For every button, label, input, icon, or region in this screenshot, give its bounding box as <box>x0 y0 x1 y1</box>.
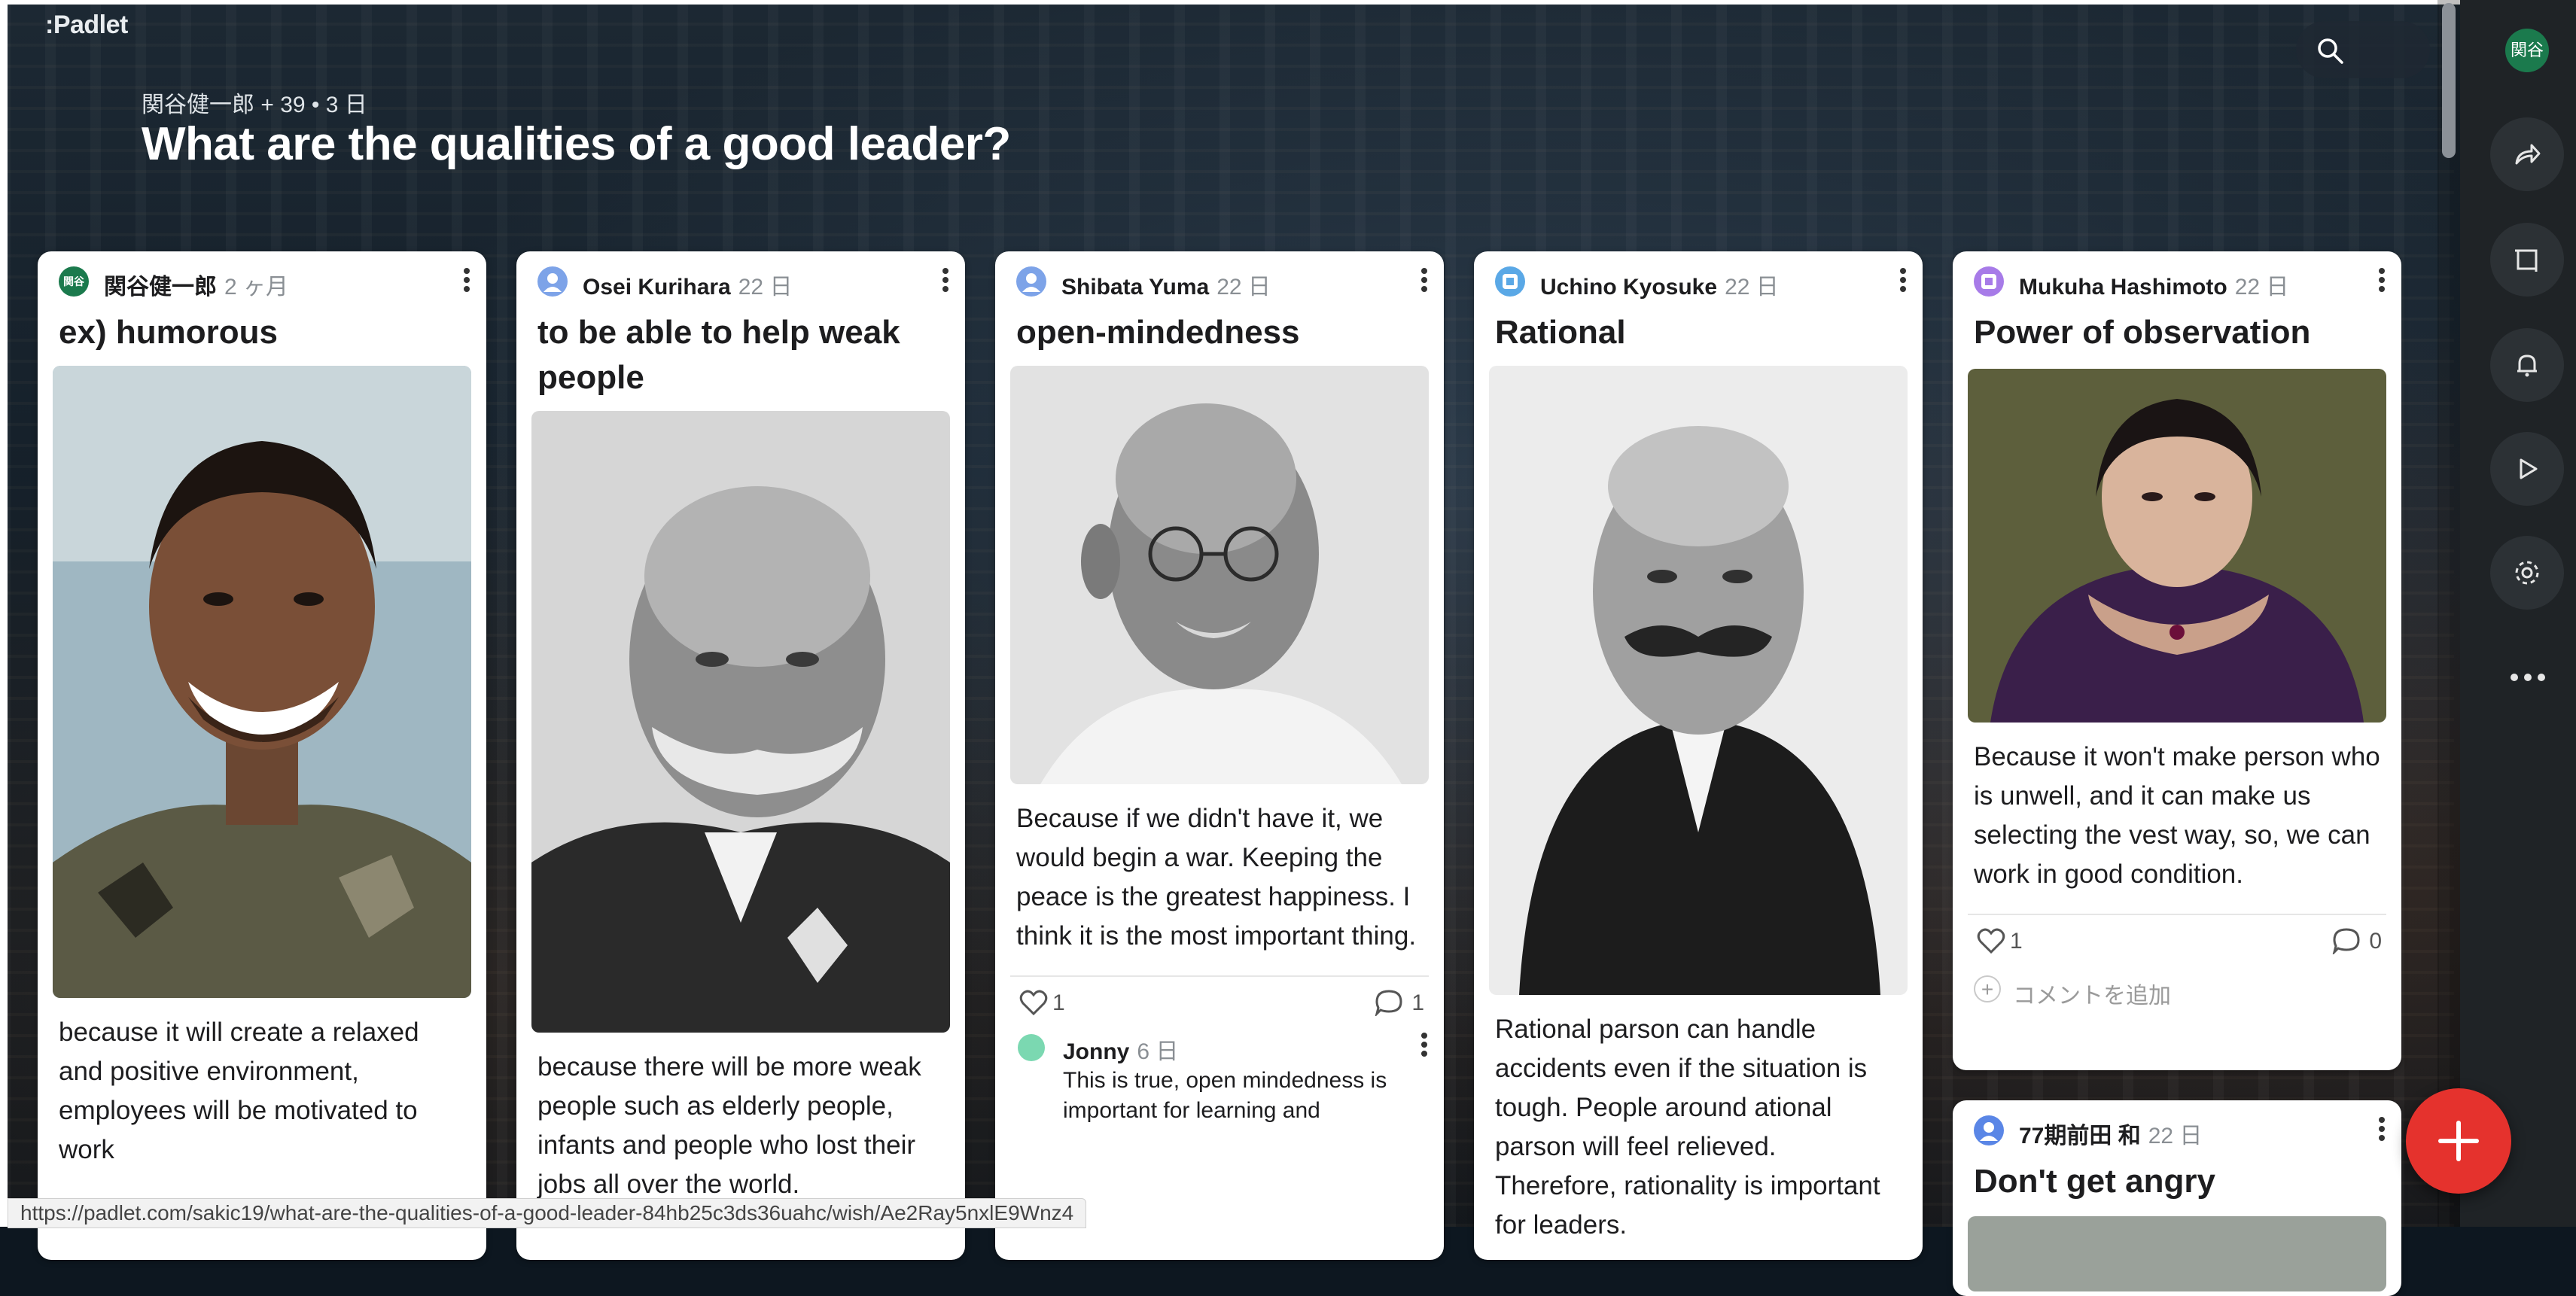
avatar <box>1974 1115 2004 1145</box>
post-title: open-mindedness <box>1016 314 1300 351</box>
post-card[interactable]: Shibata Yuma 22 日 open-mindedness Because… <box>995 251 1444 1260</box>
user-avatar[interactable]: 関谷 <box>2505 29 2549 72</box>
play-icon <box>2520 458 2538 479</box>
post-image[interactable] <box>53 366 471 998</box>
link-status-bar: https://padlet.com/sakic19/what-are-the-… <box>8 1198 1087 1228</box>
post-header: 77期前田 和 22 日 <box>1953 1100 2401 1155</box>
search-button[interactable] <box>2296 21 2430 78</box>
window-left-edge <box>0 0 8 1227</box>
more-options-icon[interactable] <box>459 265 474 295</box>
add-comment-button[interactable]: + コメントを追加 <box>1953 966 2401 1013</box>
post-image[interactable] <box>1010 366 1429 784</box>
like-count: 1 <box>2010 929 2023 954</box>
post-author: Shibata Yuma 22 日 <box>1061 275 1271 300</box>
board-title: What are the qualities of a good leader? <box>142 118 1011 170</box>
post-body: Because it won't make person who is unwe… <box>1974 742 2380 889</box>
like-count: 1 <box>1052 990 1065 1015</box>
avatar <box>1018 1034 1045 1061</box>
post-author: 77期前田 和 22 日 <box>2019 1124 2203 1148</box>
more-options-icon[interactable] <box>938 265 953 295</box>
remake-button[interactable] <box>2490 223 2564 297</box>
post-header: Shibata Yuma 22 日 <box>995 251 1444 306</box>
post-header: Osei Kurihara 22 日 <box>516 251 965 306</box>
board-meta: 関谷健一郎 + 39 • 3 日 <box>142 93 367 117</box>
plus-icon: + <box>1974 975 2001 1002</box>
post-reactions: 1 1 <box>995 977 1444 1028</box>
avatar: 関谷 <box>59 266 89 297</box>
post-body: because it will create a relaxed and pos… <box>59 1018 419 1164</box>
gear-icon <box>2515 561 2539 585</box>
notifications-button[interactable] <box>2490 328 2564 402</box>
post-card[interactable]: 関谷 関谷健一郎 2 ヶ月 ex) humorous because it wil… <box>38 251 486 1260</box>
padlet-logo[interactable]: :Padlet <box>45 11 128 40</box>
share-icon <box>2515 144 2541 165</box>
scrollbar-thumb[interactable] <box>2442 3 2456 158</box>
post-image[interactable] <box>1489 366 1908 995</box>
avatar <box>1016 266 1046 297</box>
share-button[interactable] <box>2490 117 2564 191</box>
comment-author: Jonny 6 日 <box>1063 1039 1179 1064</box>
more-options-icon[interactable] <box>1417 1030 1432 1060</box>
post-title: to be able to help weak people <box>537 314 900 396</box>
comment-count: 1 <box>1411 990 1424 1015</box>
post-title: Power of observation <box>1974 314 2311 351</box>
search-icon <box>2318 38 2343 64</box>
post-image[interactable] <box>531 411 950 1033</box>
slideshow-button[interactable] <box>2490 432 2564 506</box>
post-body: Rational parson can handle accidents eve… <box>1495 1015 1880 1240</box>
add-comment-label: コメントを追加 <box>2013 984 2171 1009</box>
more-options-icon[interactable] <box>1895 265 1911 295</box>
avatar <box>537 266 568 297</box>
more-horizontal-icon[interactable] <box>2504 653 2552 701</box>
post-author: Osei Kurihara 22 日 <box>583 275 793 300</box>
post-card[interactable]: Uchino Kyosuke 22 日 Rational Rational par… <box>1474 251 1923 1260</box>
post-reactions: 1 0 <box>1953 915 2401 966</box>
post-author: Mukuha Hashimoto 22 日 <box>2019 275 2289 300</box>
more-options-icon[interactable] <box>2374 265 2389 295</box>
comment-icon[interactable] <box>1375 989 1403 1016</box>
comment-count: 0 <box>2369 929 2382 954</box>
comment-item: Jonny 6 日 This is true, open mindedness i… <box>995 1028 1444 1141</box>
post-image[interactable] <box>1968 369 2386 723</box>
more-options-icon[interactable] <box>2374 1114 2389 1144</box>
post-author: 関谷健一郎 2 ヶ月 <box>104 275 289 300</box>
post-header: 関谷 関谷健一郎 2 ヶ月 <box>38 251 486 306</box>
post-header: Uchino Kyosuke 22 日 <box>1474 251 1923 306</box>
post-card[interactable]: Mukuha Hashimoto 22 日 Power of observatio… <box>1953 251 2401 1070</box>
post-header: Mukuha Hashimoto 22 日 <box>1953 251 2401 306</box>
post-body: Because if we didn't have it, we would b… <box>1016 804 1417 951</box>
comment-text: This is true, open mindedness is importa… <box>1063 1068 1387 1123</box>
window-top-edge <box>0 0 2576 5</box>
plus-icon <box>2438 1121 2479 1161</box>
settings-button[interactable] <box>2490 536 2564 610</box>
avatar <box>1974 266 2004 297</box>
heart-icon[interactable] <box>1977 927 2005 954</box>
post-card[interactable]: 77期前田 和 22 日 Don't get angry <box>1953 1100 2401 1296</box>
post-card[interactable]: Osei Kurihara 22 日 to be able to help wea… <box>516 251 965 1260</box>
post-image[interactable] <box>1968 1216 2386 1291</box>
add-post-button[interactable] <box>2406 1088 2511 1194</box>
post-title: Rational <box>1495 314 1626 351</box>
remake-icon <box>2515 249 2538 272</box>
heart-icon[interactable] <box>1019 989 1048 1016</box>
post-body: because there will be more weak people s… <box>537 1052 921 1199</box>
comment-icon[interactable] <box>2332 927 2361 954</box>
more-options-icon[interactable] <box>1417 265 1432 295</box>
post-title: Don't get angry <box>1974 1163 2215 1200</box>
post-author: Uchino Kyosuke 22 日 <box>1540 275 1779 300</box>
scrollbar-track[interactable] <box>2437 0 2460 1227</box>
avatar <box>1495 266 1525 297</box>
post-title: ex) humorous <box>59 314 278 351</box>
bell-icon <box>2517 354 2537 377</box>
